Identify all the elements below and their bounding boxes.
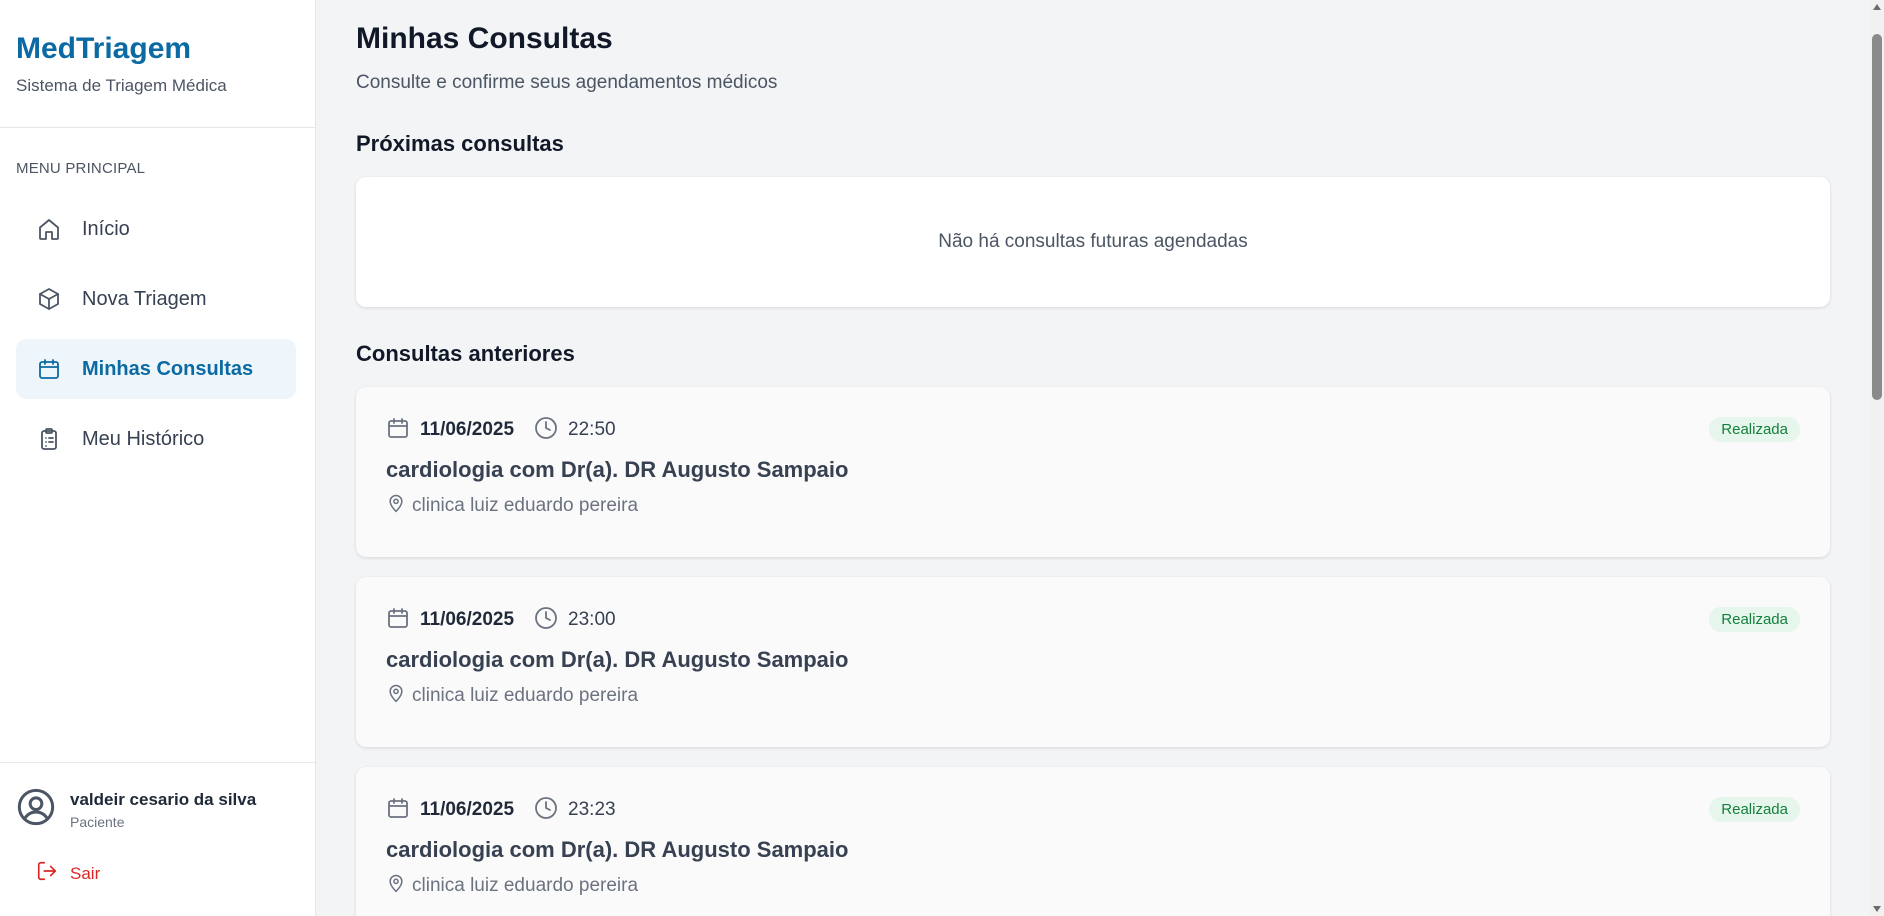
appointment-card[interactable]: 11/06/2025 22:50 cardiologia com Dr(a). …: [356, 387, 1830, 557]
page-title: Minhas Consultas: [356, 22, 613, 55]
calendar-icon: [36, 356, 62, 382]
clock-icon: [534, 416, 558, 445]
nav-item-label: Nova Triagem: [82, 287, 207, 310]
appointment-date: 11/06/2025: [420, 799, 515, 820]
appointment-datetime: 11/06/2025 23:00: [386, 605, 1800, 635]
brand-subtitle: Sistema de Triagem Médica: [16, 76, 227, 95]
appointment-date: 11/06/2025: [420, 419, 515, 440]
empty-state-text: Não há consultas futuras agendadas: [938, 231, 1248, 252]
clipboard-icon: [36, 426, 62, 452]
appointment-date: 11/06/2025: [420, 609, 515, 630]
status-badge: Realizada: [1709, 417, 1800, 442]
brand-title[interactable]: MedTriagem: [16, 32, 299, 66]
brand: MedTriagem Sistema de Triagem Médica: [0, 0, 315, 128]
appointment-time: 23:00: [568, 609, 616, 630]
appointment-location: clinica luiz eduardo pereira: [386, 683, 1800, 709]
past-section-title: Consultas anteriores: [356, 341, 575, 366]
appointment-location: clinica luiz eduardo pereira: [386, 873, 1800, 899]
upcoming-empty-state: Não há consultas futuras agendadas: [356, 177, 1830, 307]
nav-item-label: Minhas Consultas: [82, 357, 254, 380]
scroll-up-arrow-icon[interactable]: [1873, 4, 1881, 10]
main-nav: Início Nova Triagem Minhas Consultas Meu…: [16, 199, 296, 479]
nav-item-nova-triagem[interactable]: Nova Triagem: [16, 269, 296, 329]
appointment-datetime: 11/06/2025 22:50: [386, 415, 1800, 445]
location-text: clinica luiz eduardo pereira: [412, 685, 639, 706]
user-role: Paciente: [70, 813, 125, 830]
calendar-icon: [386, 416, 410, 445]
page-scrollbar[interactable]: [1870, 0, 1884, 916]
home-icon: [36, 216, 62, 242]
user-name: valdeir cesario da silva: [70, 789, 257, 809]
map-pin-icon: [386, 873, 412, 899]
nav-item-minhas-consultas[interactable]: Minhas Consultas: [16, 339, 296, 399]
sidebar: MedTriagem Sistema de Triagem Médica MEN…: [0, 0, 316, 916]
location-text: clinica luiz eduardo pereira: [412, 495, 639, 516]
clock-icon: [534, 606, 558, 635]
appointment-title: cardiologia com Dr(a). DR Augusto Sampai…: [386, 457, 849, 482]
logout-label: Sair: [70, 863, 101, 883]
appointment-card[interactable]: 11/06/2025 23:23 cardiologia com Dr(a). …: [356, 767, 1830, 916]
clock-icon: [534, 796, 558, 825]
nav-item-inicio[interactable]: Início: [16, 199, 296, 259]
calendar-icon: [386, 606, 410, 635]
appointment-title: cardiologia com Dr(a). DR Augusto Sampai…: [386, 647, 849, 672]
calendar-icon: [386, 796, 410, 825]
nav-item-meu-historico[interactable]: Meu Histórico: [16, 409, 296, 469]
appointment-location: clinica luiz eduardo pereira: [386, 493, 1800, 519]
cube-icon: [36, 286, 62, 312]
location-text: clinica luiz eduardo pereira: [412, 875, 639, 896]
appointment-title: cardiologia com Dr(a). DR Augusto Sampai…: [386, 837, 849, 862]
status-badge: Realizada: [1709, 607, 1800, 632]
nav-item-label: Início: [82, 217, 130, 240]
map-pin-icon: [386, 683, 412, 709]
user-panel: valdeir cesario da silva Paciente Sair: [0, 762, 316, 916]
user-circle-icon: [16, 787, 56, 832]
appointment-card[interactable]: 11/06/2025 23:00 cardiologia com Dr(a). …: [356, 577, 1830, 747]
main-content: Minhas Consultas Consulte e confirme seu…: [356, 0, 1830, 916]
logout-icon: [36, 860, 70, 887]
map-pin-icon: [386, 493, 412, 519]
nav-item-label: Meu Histórico: [82, 427, 205, 450]
scrollbar-thumb[interactable]: [1872, 34, 1882, 400]
page-subtitle: Consulte e confirme seus agendamentos mé…: [356, 72, 778, 93]
scroll-down-arrow-icon[interactable]: [1873, 906, 1881, 912]
status-badge: Realizada: [1709, 797, 1800, 822]
user-info: valdeir cesario da silva Paciente: [70, 790, 256, 830]
upcoming-section-title: Próximas consultas: [356, 131, 564, 156]
menu-section-label: MENU PRINCIPAL: [16, 160, 146, 177]
user-profile[interactable]: valdeir cesario da silva Paciente: [16, 787, 300, 832]
logout-button[interactable]: Sair: [36, 860, 300, 887]
appointment-time: 22:50: [568, 419, 616, 440]
appointment-time: 23:23: [568, 799, 616, 820]
appointment-datetime: 11/06/2025 23:23: [386, 795, 1800, 825]
